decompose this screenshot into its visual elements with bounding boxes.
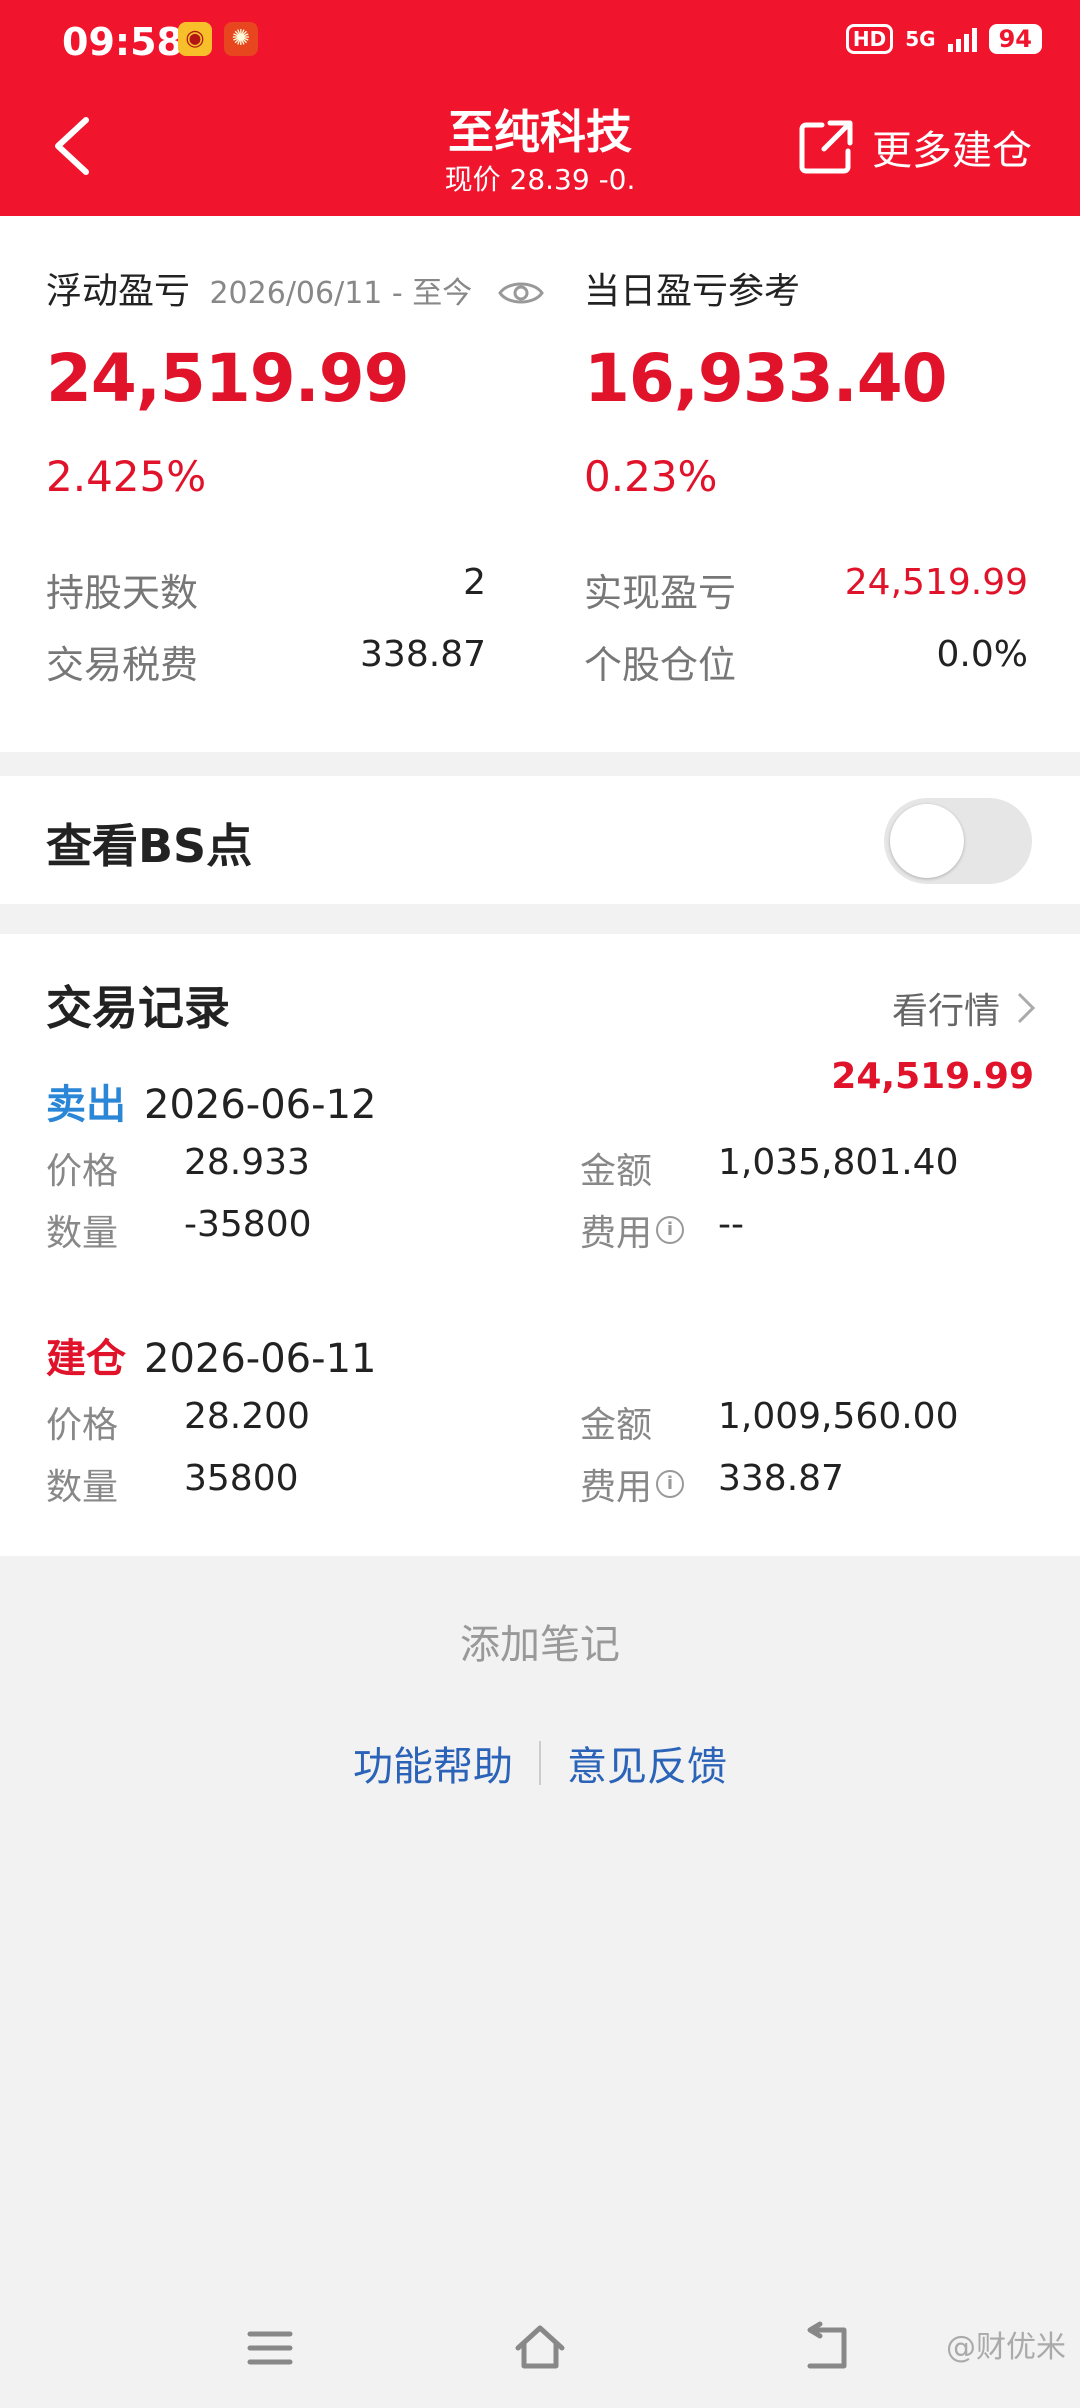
qty-label: 数量 xyxy=(46,1467,119,1508)
signal-icon xyxy=(947,26,977,52)
status-indicators: HD 5G 94 xyxy=(845,24,1042,54)
app-notification-icon: ✺ xyxy=(224,22,258,56)
trade-type-buy: 建仓 xyxy=(46,1336,126,1382)
daily-pnl-value: 16,933.40 xyxy=(584,340,948,417)
view-market-link[interactable]: 看行情 xyxy=(892,982,1036,1034)
trade-type-sell: 卖出 xyxy=(46,1082,126,1128)
menu-icon[interactable] xyxy=(242,2320,298,2376)
help-link[interactable]: 功能帮助 xyxy=(353,1734,513,1792)
floating-pnl-label: 浮动盈亏 xyxy=(46,271,191,312)
fee-label: 费用 xyxy=(580,1213,653,1254)
trade-date: 2026-06-12 xyxy=(144,1082,377,1128)
bs-point-row: 查看BS点 xyxy=(0,776,1080,904)
chevron-right-icon xyxy=(1017,992,1036,1024)
realized-row: 实现盈亏 24,519.99 xyxy=(584,562,1028,618)
eye-icon[interactable] xyxy=(497,278,544,308)
trade-pnl: 24,519.99 xyxy=(831,1056,1034,1097)
feedback-link[interactable]: 意见反馈 xyxy=(567,1734,727,1792)
network-type: 5G xyxy=(905,27,936,51)
daily-pnl-label: 当日盈亏参考 xyxy=(584,271,801,312)
qty-value: 35800 xyxy=(184,1458,299,1499)
floating-pnl-value: 24,519.99 xyxy=(46,340,410,417)
bs-point-label: 查看BS点 xyxy=(46,819,253,873)
bs-point-toggle[interactable] xyxy=(884,798,1032,884)
fee-label: 费用 xyxy=(580,1467,653,1508)
qty-label: 数量 xyxy=(46,1213,119,1254)
info-icon[interactable]: i xyxy=(656,1470,685,1498)
link-divider xyxy=(539,1741,541,1785)
position-row: 个股仓位 0.0% xyxy=(584,634,1028,690)
hold-days-label: 持股天数 xyxy=(46,571,199,615)
trade-qty-row: 数量 -35800 费用 i -- xyxy=(46,1204,1036,1254)
amount-value: 1,035,801.40 xyxy=(718,1142,959,1183)
more-position-button[interactable]: 更多建仓 xyxy=(798,118,1032,176)
footer-links: 功能帮助 意见反馈 xyxy=(0,1734,1080,1792)
tax-row: 交易税费 338.87 xyxy=(46,634,486,690)
hold-days-value: 2 xyxy=(463,562,486,603)
weibo-notification-icon: ◉ xyxy=(178,22,212,56)
price-label: 价格 xyxy=(46,1151,119,1192)
position-value: 0.0% xyxy=(936,634,1028,675)
realized-label: 实现盈亏 xyxy=(584,571,737,615)
home-icon[interactable] xyxy=(512,2320,568,2376)
position-label: 个股仓位 xyxy=(584,643,737,687)
back-nav-icon[interactable] xyxy=(798,2320,854,2376)
system-nav-bar xyxy=(0,2300,1080,2390)
tax-label: 交易税费 xyxy=(46,643,199,687)
hd-icon: HD xyxy=(845,24,894,54)
daily-pnl-percent: 0.23% xyxy=(584,452,718,501)
trade-qty-row: 数量 35800 费用 i 338.87 xyxy=(46,1458,1036,1508)
price-value: 28.200 xyxy=(184,1396,310,1437)
top-header: 09:58 ◉ ✺ HD 5G 94 至纯科技 现价 28.39 -0. 更多建… xyxy=(0,0,1080,216)
amount-value: 1,009,560.00 xyxy=(718,1396,959,1437)
trade-price-row: 价格 28.200 金额 1,009,560.00 xyxy=(46,1396,1036,1446)
amount-label: 金额 xyxy=(580,1151,653,1192)
qty-value: -35800 xyxy=(184,1204,312,1245)
watermark: @财优米 xyxy=(946,2330,1066,2365)
trade-date: 2026-06-11 xyxy=(144,1336,377,1382)
trade-record-header[interactable]: 卖出 2026-06-12 xyxy=(46,1072,376,1130)
fee-label-group: 费用 i xyxy=(580,1204,685,1256)
price-value: 28.933 xyxy=(184,1142,310,1183)
amount-label: 金额 xyxy=(580,1405,653,1446)
share-external-icon xyxy=(799,120,853,174)
floating-pnl-header: 浮动盈亏 2026/06/11 - 至今 xyxy=(46,262,544,314)
trade-records-title: 交易记录 xyxy=(46,981,230,1035)
fee-label-group: 费用 i xyxy=(580,1458,685,1510)
date-range: 2026/06/11 - 至今 xyxy=(209,276,473,311)
tax-value: 338.87 xyxy=(360,634,486,675)
more-position-label: 更多建仓 xyxy=(872,128,1032,174)
toggle-knob xyxy=(890,804,964,878)
add-note-button[interactable]: 添加笔记 xyxy=(0,1612,1080,1670)
price-label: 价格 xyxy=(46,1405,119,1446)
trade-record-header[interactable]: 建仓 2026-06-11 xyxy=(46,1326,376,1384)
trade-price-row: 价格 28.933 金额 1,035,801.40 xyxy=(46,1142,1036,1192)
view-market-label: 看行情 xyxy=(891,991,1000,1032)
trade-records-card: 交易记录 看行情 24,519.99 卖出 2026-06-12 价格 28.93… xyxy=(0,934,1080,1556)
battery-icon: 94 xyxy=(988,24,1042,54)
profit-summary-card: 浮动盈亏 2026/06/11 - 至今 24,519.99 2.425% 持股… xyxy=(0,216,1080,752)
fee-value: -- xyxy=(718,1204,744,1245)
fee-value: 338.87 xyxy=(718,1458,844,1499)
hold-days-row: 持股天数 2 xyxy=(46,562,486,618)
status-time: 09:58 xyxy=(62,20,183,64)
realized-value: 24,519.99 xyxy=(844,562,1028,603)
info-icon[interactable]: i xyxy=(656,1216,685,1244)
floating-pnl-percent: 2.425% xyxy=(46,452,207,501)
